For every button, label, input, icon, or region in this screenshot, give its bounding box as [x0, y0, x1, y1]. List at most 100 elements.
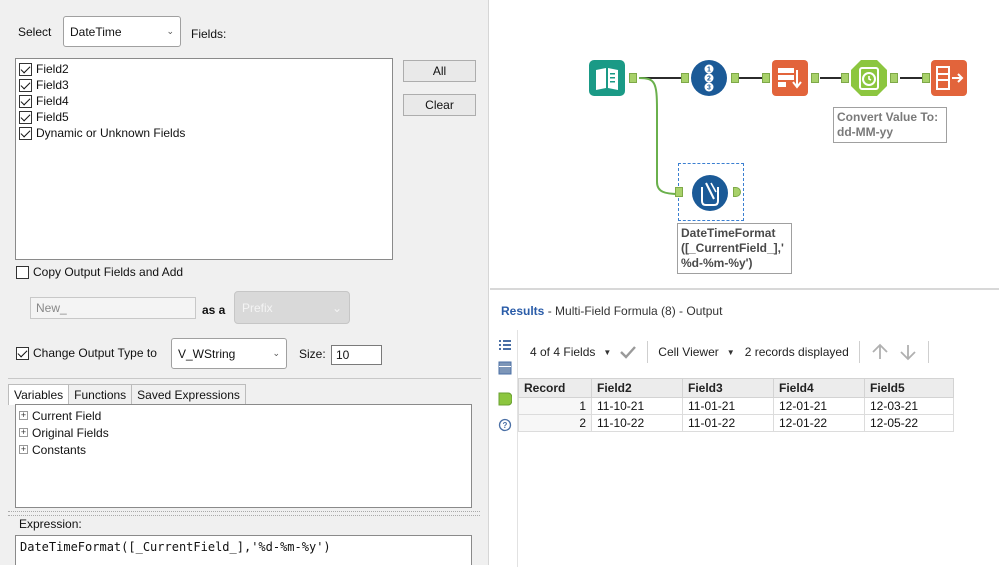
cell-record[interactable]: 2	[518, 414, 592, 432]
toolbar-separator	[927, 341, 929, 363]
chevron-down-icon: ⌄	[331, 300, 342, 315]
field-item-field5[interactable]: Field5	[19, 109, 389, 125]
field-type-dropdown[interactable]: DateTime ⌄	[63, 16, 181, 47]
tab-functions[interactable]: Functions	[68, 384, 133, 405]
field-item-field3[interactable]: Field3	[19, 77, 389, 93]
field-item-label: Dynamic or Unknown Fields	[36, 126, 186, 140]
tree-item-label: Original Fields	[32, 425, 109, 440]
cell-field5[interactable]: 12-05-22	[864, 414, 954, 432]
cell-field3[interactable]: 11-01-22	[682, 414, 774, 432]
field-type-value: DateTime	[70, 24, 122, 39]
tree-item-constants[interactable]: + Constants	[19, 441, 468, 458]
workflow-canvas[interactable]: 1 2 3 Convert Value To: dd-MM-yy DateTim…	[490, 0, 999, 288]
field-item-field4[interactable]: Field4	[19, 93, 389, 109]
toolbar-separator	[647, 341, 649, 363]
copy-output-fields-checkbox[interactable]: Copy Output Fields and Add	[16, 265, 183, 279]
fields-label: Fields:	[191, 27, 227, 41]
datetime-annotation[interactable]: Convert Value To: dd-MM-yy	[833, 107, 947, 143]
output-anchor[interactable]	[890, 73, 898, 83]
select-all-button[interactable]: All	[403, 60, 476, 82]
cell-field5[interactable]: 12-03-21	[864, 397, 954, 415]
field-item-dynamic[interactable]: Dynamic or Unknown Fields	[19, 125, 389, 141]
results-title-bold: Results	[501, 304, 545, 318]
cell-field2[interactable]: 11-10-22	[591, 414, 683, 432]
column-header-field2[interactable]: Field2	[591, 378, 683, 398]
cell-field4[interactable]: 12-01-21	[773, 397, 865, 415]
tree-item-original-fields[interactable]: + Original Fields	[19, 424, 468, 441]
splitter-handle[interactable]	[8, 511, 480, 516]
checkbox-icon[interactable]	[16, 265, 29, 279]
fields-count-label: 4 of 4 Fields	[530, 345, 596, 359]
formula-annotation[interactable]: DateTimeFormat ([_CurrentField_],' %d-%m…	[677, 223, 792, 274]
input-anchor[interactable]	[675, 187, 683, 197]
checkbox-icon[interactable]	[19, 110, 32, 124]
fields-list[interactable]: Field2 Field3 Field4 Field5 Dynamic or U…	[15, 58, 393, 260]
results-toolbar: 4 of 4 Fields ▼ Cell Viewer ▼ 2 records …	[530, 340, 939, 364]
tree-item-current-field[interactable]: + Current Field	[19, 407, 468, 424]
checkbox-icon[interactable]	[19, 78, 32, 92]
arrow-down-icon[interactable]	[898, 343, 918, 361]
list-icon[interactable]	[498, 338, 512, 352]
input-anchor[interactable]	[681, 73, 689, 83]
output-type-dropdown[interactable]: V_WString ⌄	[171, 338, 287, 369]
datetime-tool[interactable]	[850, 59, 888, 97]
input-anchor[interactable]	[762, 73, 770, 83]
table-icon[interactable]	[498, 361, 512, 375]
checkbox-icon[interactable]	[16, 346, 29, 360]
svg-text:3: 3	[707, 85, 711, 92]
results-title-rest: - Multi-Field Formula (8) - Output	[544, 304, 723, 318]
clock-icon	[851, 60, 887, 96]
expression-editor[interactable]: DateTimeFormat([_CurrentField_],'%d-%m-%…	[15, 535, 472, 565]
cell-viewer-label: Cell Viewer	[658, 345, 719, 359]
help-icon[interactable]: ?	[498, 418, 512, 432]
svg-text:?: ?	[503, 421, 508, 430]
field-item-label: Field2	[36, 62, 69, 76]
fields-selector[interactable]: 4 of 4 Fields ▼	[530, 345, 637, 359]
record-id-tool[interactable]: 1 2 3	[690, 59, 728, 97]
field-item-field2[interactable]: Field2	[19, 61, 389, 77]
select-tool[interactable]	[930, 59, 968, 97]
output-anchor[interactable]	[731, 73, 739, 83]
table-row[interactable]: 2 11-10-22 11-01-22 12-01-22 12-05-22	[518, 414, 954, 432]
cell-field3[interactable]: 11-01-21	[682, 397, 774, 415]
toolbar-separator	[858, 341, 860, 363]
input-anchor[interactable]	[841, 73, 849, 83]
prefix-text-input[interactable]: New_	[30, 297, 196, 319]
input-anchor[interactable]	[922, 73, 930, 83]
expand-icon[interactable]: +	[19, 428, 28, 437]
results-panel: Results - Multi-Field Formula (8) - Outp…	[490, 288, 999, 567]
checkbox-icon[interactable]	[19, 62, 32, 76]
arrow-up-icon[interactable]	[870, 343, 890, 361]
column-header-field3[interactable]: Field3	[682, 378, 774, 398]
change-output-type-checkbox[interactable]: Change Output Type to	[16, 346, 157, 360]
multi-field-formula-tool[interactable]	[691, 174, 729, 212]
cell-viewer-selector[interactable]: Cell Viewer ▼	[658, 345, 734, 359]
annotation-line: %d-%m-%y')	[681, 256, 753, 270]
input-data-tool[interactable]	[588, 59, 626, 97]
transpose-tool[interactable]	[771, 59, 809, 97]
expand-icon[interactable]: +	[19, 411, 28, 420]
cell-field2[interactable]: 11-10-21	[591, 397, 683, 415]
tab-variables[interactable]: Variables	[8, 384, 70, 405]
expand-icon[interactable]: +	[19, 445, 28, 454]
records-displayed-label: 2 records displayed	[744, 345, 849, 359]
column-header-field5[interactable]: Field5	[864, 378, 954, 398]
checkbox-icon[interactable]	[19, 94, 32, 108]
expression-tabs: Variables Functions Saved Expressions	[8, 384, 246, 405]
prefix-suffix-dropdown[interactable]: Prefix ⌄	[234, 291, 350, 324]
column-header-record[interactable]: Record	[518, 378, 592, 398]
column-header-field4[interactable]: Field4	[773, 378, 865, 398]
output-anchor[interactable]	[629, 73, 637, 83]
clear-button[interactable]: Clear	[403, 94, 476, 116]
output-anchor-icon[interactable]	[498, 392, 512, 406]
output-anchor[interactable]	[811, 73, 819, 83]
size-input[interactable]: 10	[331, 345, 382, 365]
svg-text:1: 1	[707, 67, 711, 74]
checkmark-icon[interactable]	[619, 345, 637, 359]
cell-field4[interactable]: 12-01-22	[773, 414, 865, 432]
as-a-label: as a	[202, 303, 226, 317]
tab-saved-expressions[interactable]: Saved Expressions	[131, 384, 246, 405]
table-row[interactable]: 1 11-10-21 11-01-21 12-01-21 12-03-21	[518, 397, 954, 415]
checkbox-icon[interactable]	[19, 126, 32, 140]
cell-record[interactable]: 1	[518, 397, 592, 415]
